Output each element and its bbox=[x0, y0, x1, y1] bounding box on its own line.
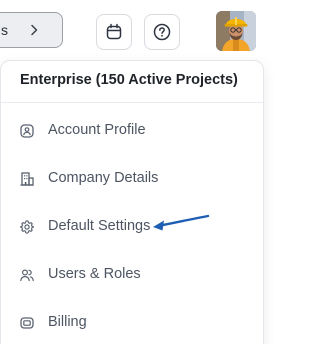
annotation-arrow-icon bbox=[153, 214, 210, 231]
menu-item-label: Default Settings bbox=[48, 218, 151, 234]
gear-icon bbox=[20, 220, 34, 234]
menu-item-billing[interactable]: Billing bbox=[1, 303, 263, 343]
account-dropdown-menu: Enterprise (150 Active Projects) Account… bbox=[0, 60, 264, 344]
menu-item-label: Billing bbox=[48, 314, 87, 330]
help-circle-icon bbox=[153, 23, 171, 41]
calendar-icon bbox=[106, 23, 122, 40]
app-root: s Enterprise (150 Active Projects) Accou… bbox=[0, 0, 278, 344]
next-nav-button[interactable]: s bbox=[0, 12, 63, 48]
users-icon bbox=[20, 269, 34, 282]
menu-item-default-settings[interactable]: Default Settings bbox=[1, 207, 263, 247]
help-button[interactable] bbox=[144, 14, 180, 50]
account-profile-icon bbox=[20, 124, 34, 138]
menu-item-label: Account Profile bbox=[48, 122, 146, 138]
avatar-image bbox=[216, 11, 256, 51]
building-icon bbox=[20, 172, 34, 186]
nav-button-label: s bbox=[1, 22, 8, 38]
menu-item-account-profile[interactable]: Account Profile bbox=[1, 111, 263, 151]
menu-title: Enterprise (150 Active Projects) bbox=[20, 72, 238, 88]
billing-icon bbox=[20, 317, 34, 329]
menu-item-label: Users & Roles bbox=[48, 266, 141, 282]
user-avatar[interactable] bbox=[216, 11, 256, 51]
menu-item-company-details[interactable]: Company Details bbox=[1, 159, 263, 199]
menu-divider bbox=[1, 102, 263, 103]
menu-item-label: Company Details bbox=[48, 170, 159, 186]
menu-item-users-roles[interactable]: Users & Roles bbox=[1, 255, 263, 295]
calendar-button[interactable] bbox=[96, 14, 132, 50]
chevron-right-icon bbox=[31, 24, 38, 36]
